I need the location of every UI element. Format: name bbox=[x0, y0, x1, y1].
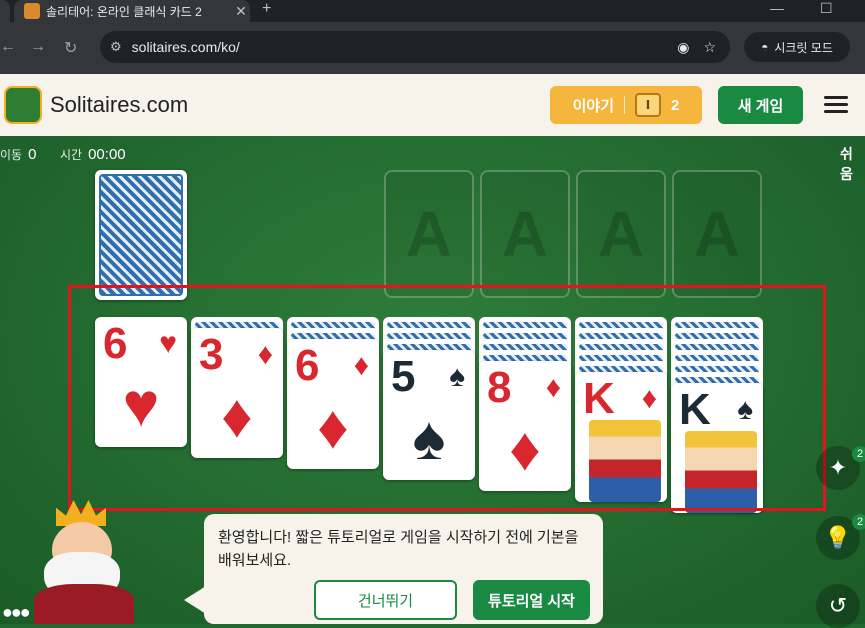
card-suit-large-icon: ♦ bbox=[509, 415, 541, 484]
foundation-slot-1[interactable]: A bbox=[384, 170, 474, 298]
card-suit-icon: ♦ bbox=[353, 349, 369, 382]
foundation-slot-2[interactable]: A bbox=[480, 170, 570, 298]
card-suit-large-icon: ♥ bbox=[122, 371, 160, 440]
card-suit-icon: ♦ bbox=[545, 371, 561, 404]
magic-count: 2 bbox=[852, 446, 865, 462]
card-rank: 6 bbox=[295, 341, 320, 390]
bookmark-star-icon[interactable]: ☆ bbox=[703, 39, 716, 56]
king-portrait-icon bbox=[589, 420, 661, 502]
tutorial-bubble-tail bbox=[184, 586, 206, 614]
new-game-button[interactable]: 새 게임 bbox=[718, 86, 803, 124]
forward-icon[interactable]: → bbox=[30, 38, 46, 56]
card-suit-icon: ♠ bbox=[449, 360, 465, 393]
lightbulb-icon: 💡 bbox=[824, 525, 852, 550]
tab-title: 솔리테어: 온라인 클래식 카드 2 bbox=[46, 4, 202, 19]
king-portrait-icon bbox=[685, 431, 757, 513]
browser-tab-active[interactable]: 솔리테어: 온라인 클래식 카드 2 ✕ bbox=[14, 0, 250, 22]
maximize-icon[interactable]: ☐ bbox=[820, 0, 833, 17]
site-header: Solitaires.com 이야기 Ⅰ 2 새 게임 bbox=[0, 74, 865, 136]
url-text: solitaires.com/ko/ bbox=[131, 39, 240, 55]
card-rank: 3 bbox=[199, 330, 224, 379]
undo-button[interactable]: ↺ bbox=[816, 584, 860, 628]
incognito-label: 시크릿 모드 bbox=[774, 40, 833, 55]
start-tutorial-button[interactable]: 튜토리얼 시작 bbox=[473, 580, 590, 620]
difficulty-label[interactable]: 쉬움 bbox=[840, 144, 865, 184]
reload-icon[interactable]: ↻ bbox=[64, 38, 77, 58]
card-back-pattern bbox=[99, 174, 183, 296]
card-suit-icon: ♥ bbox=[159, 327, 177, 360]
king-mascot bbox=[28, 500, 144, 624]
card-suit-icon: ♦ bbox=[257, 338, 273, 371]
browser-tab-strip: 솔리테어: 온라인 클래식 카드 2 ✕ + — ☐ bbox=[0, 0, 865, 22]
undo-icon: ↺ bbox=[828, 593, 848, 618]
stock-pile[interactable] bbox=[95, 170, 187, 300]
moves-counter: 이동 0 bbox=[0, 146, 36, 163]
tutorial-bubble: 환영합니다! 짧은 튜토리얼로 게임을 시작하기 전에 기본을 배워보세요. 건… bbox=[204, 514, 603, 624]
hint-count: 2 bbox=[852, 514, 865, 530]
more-dots-icon[interactable]: ●●● bbox=[2, 602, 31, 623]
foundation-slot-3[interactable]: A bbox=[576, 170, 666, 298]
back-icon[interactable]: ← bbox=[0, 38, 16, 56]
face-up-card[interactable]: K ♦ bbox=[575, 372, 667, 502]
mascot-robe bbox=[34, 584, 134, 624]
foundation-slot-4[interactable]: A bbox=[672, 170, 762, 298]
face-up-card[interactable]: 8 ♦ ♦ bbox=[479, 361, 571, 491]
face-up-card[interactable]: K ♠ bbox=[671, 383, 763, 513]
timer: 시간 00:00 bbox=[60, 146, 126, 163]
game-table: 이동 0 시간 00:00 쉬움 A A A A 6 ♥ ♥ 3 ♦ ♦ 6 ♦ ♦ 5 ♠ ♠ 8 ♦ ♦ K ♦… bbox=[0, 136, 865, 628]
new-tab-button[interactable]: + bbox=[262, 0, 271, 18]
story-level-icon: Ⅰ bbox=[635, 93, 662, 117]
hamburger-menu-icon[interactable] bbox=[824, 96, 848, 114]
card-rank: 6 bbox=[103, 319, 128, 368]
face-up-card[interactable]: 5 ♠ ♠ bbox=[383, 350, 475, 480]
moves-label: 이동 bbox=[0, 148, 23, 162]
face-up-card[interactable]: 6 ♦ ♦ bbox=[287, 339, 379, 469]
previous-tab[interactable] bbox=[0, 0, 10, 22]
close-tab-icon[interactable]: ✕ bbox=[232, 3, 250, 20]
brand-name[interactable]: Solitaires.com bbox=[50, 92, 188, 118]
card-suit-icon: ♦ bbox=[641, 382, 657, 415]
browser-toolbar: ← → ↻ ⚙ solitaires.com/ko/ ◉ ☆ ◓ 시크릿 모드 bbox=[0, 22, 865, 74]
card-rank: 5 bbox=[391, 352, 416, 401]
story-divider bbox=[624, 96, 626, 114]
site-info-icon[interactable]: ⚙ bbox=[110, 39, 122, 55]
skip-tutorial-button[interactable]: 건너뛰기 bbox=[314, 580, 457, 620]
time-label: 시간 bbox=[60, 148, 83, 162]
minimize-icon[interactable]: — bbox=[770, 0, 784, 16]
address-bar[interactable]: ⚙ solitaires.com/ko/ ◉ ☆ bbox=[100, 31, 730, 63]
face-up-card[interactable]: 6 ♥ ♥ bbox=[95, 317, 187, 447]
site-favicon-icon bbox=[24, 3, 40, 19]
incognito-icon: ◓ bbox=[761, 40, 769, 54]
face-up-card[interactable]: 3 ♦ ♦ bbox=[191, 328, 283, 458]
moves-value: 0 bbox=[28, 146, 37, 163]
card-suit-large-icon: ♠ bbox=[412, 404, 446, 473]
magic-wand-icon: ✦ bbox=[828, 455, 848, 480]
time-value: 00:00 bbox=[88, 146, 126, 163]
story-label: 이야기 bbox=[572, 97, 615, 115]
card-suit-icon: ♠ bbox=[737, 393, 753, 426]
incognito-indicator[interactable]: ◓ 시크릿 모드 bbox=[744, 32, 850, 62]
story-button[interactable]: 이야기 Ⅰ 2 bbox=[550, 86, 702, 124]
card-rank: K bbox=[583, 374, 615, 423]
card-rank: 8 bbox=[487, 363, 512, 412]
card-suit-large-icon: ♦ bbox=[221, 382, 253, 451]
tracking-off-icon[interactable]: ◉ bbox=[677, 39, 689, 56]
card-rank: K bbox=[679, 385, 711, 434]
card-suit-large-icon: ♦ bbox=[317, 393, 349, 462]
solitaires-logo-icon[interactable] bbox=[4, 86, 42, 124]
tutorial-text: 환영합니다! 짧은 튜토리얼로 게임을 시작하기 전에 기본을 배워보세요. bbox=[218, 529, 579, 569]
story-count: 2 bbox=[671, 96, 680, 114]
